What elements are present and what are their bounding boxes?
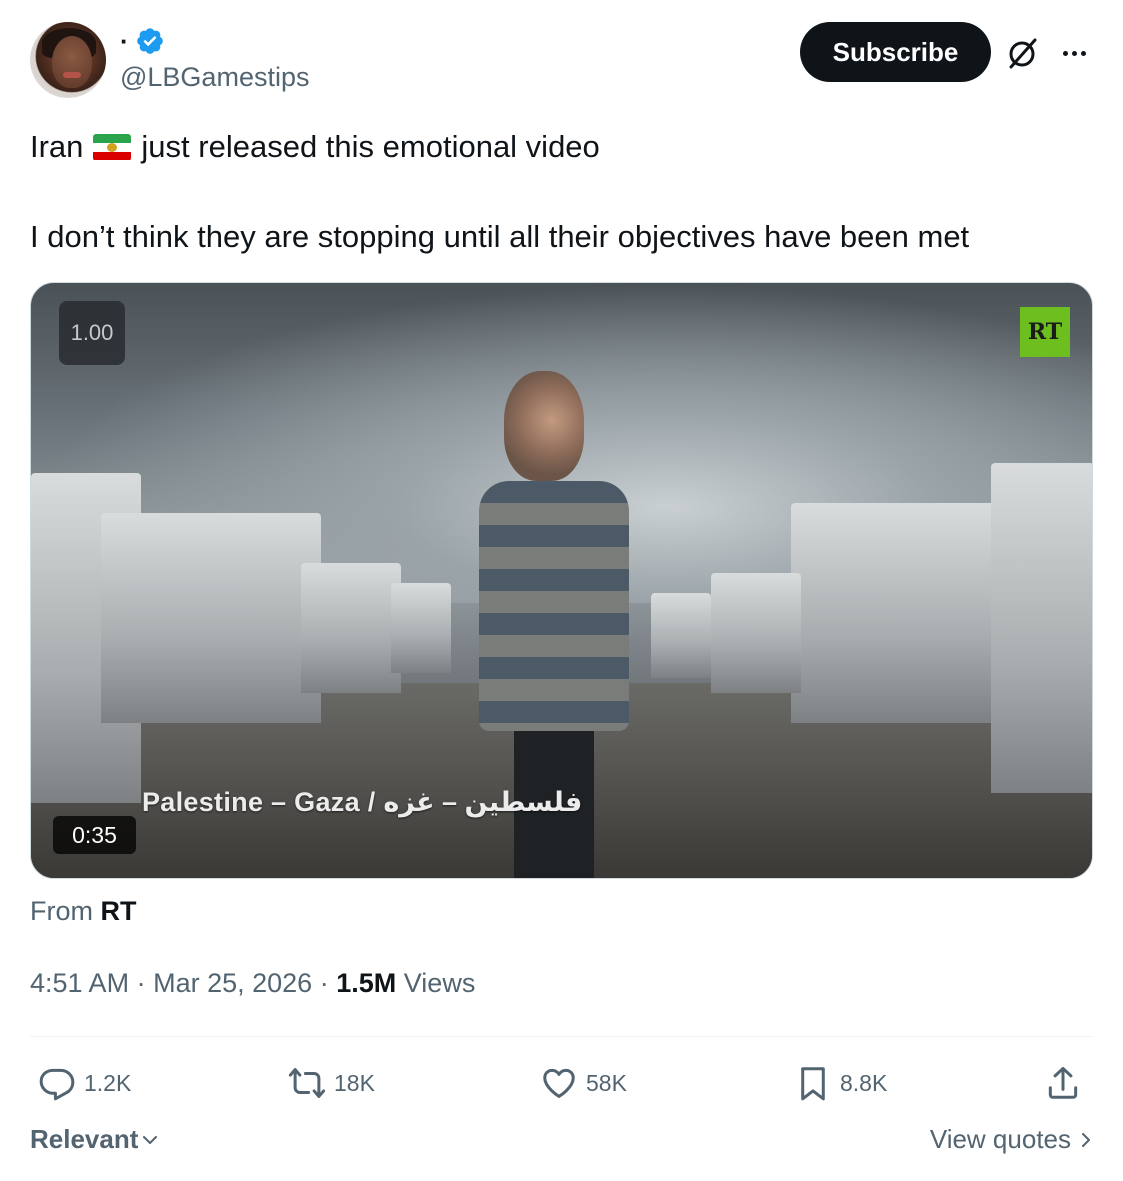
view-quotes-link[interactable]: View quotes (930, 1124, 1093, 1155)
bookmark-icon (801, 1067, 825, 1101)
playback-speed-button[interactable]: 1.00 (59, 301, 125, 365)
views-label: Views (403, 968, 476, 998)
like-button[interactable]: 58K (540, 1062, 627, 1104)
tent-right-2 (711, 573, 801, 693)
video-caption: Palestine – Gaza / فلسطين – غزه (142, 787, 583, 817)
reply-icon (39, 1068, 75, 1101)
chevron-right-icon (1082, 1132, 1090, 1147)
meta-separator-2: · (319, 968, 329, 998)
grok-icon[interactable] (1006, 36, 1040, 70)
tweet-header: · @LBGamestips Subscribe (30, 22, 1093, 102)
tweet-text-line1-rest: just released this emotional video (141, 129, 600, 164)
tent-right-front (991, 463, 1092, 793)
heart-icon (543, 1068, 575, 1098)
reply-count: 1.2K (84, 1069, 132, 1096)
display-name[interactable]: · (120, 28, 129, 54)
reply-button[interactable]: 1.2K (38, 1062, 131, 1104)
avatar[interactable] (30, 22, 106, 98)
meta-separator: · (136, 968, 146, 998)
tweet-date[interactable]: Mar 25, 2026 (153, 968, 312, 998)
view-quotes-label: View quotes (929, 1124, 1071, 1154)
action-bar: 1.2K 18K 58K 8.8K (30, 1062, 1093, 1104)
iran-flag-icon (93, 133, 132, 161)
share-icon (1048, 1066, 1078, 1099)
like-count: 58K (586, 1069, 627, 1096)
repost-button[interactable]: 18K (288, 1062, 375, 1104)
tent-right-3 (651, 593, 711, 678)
tweet-text: Iran just released this emotional video … (30, 127, 1093, 257)
more-dots-icon[interactable] (1057, 38, 1091, 68)
author-handle[interactable]: @LBGamestips (120, 62, 309, 93)
author-name-row[interactable]: · (120, 26, 165, 56)
from-source-link[interactable]: RT (101, 896, 137, 926)
sort-label: Relevant (30, 1124, 139, 1154)
avatar-lips (63, 72, 81, 78)
tent-left-2 (301, 563, 401, 693)
repost-icon (288, 1068, 326, 1098)
share-button[interactable] (1044, 1062, 1082, 1104)
tweet-time[interactable]: 4:51 AM (30, 968, 129, 998)
replies-footer: Relevant View quotes (30, 1124, 1093, 1164)
video-player[interactable]: 1.00 RT Palestine – Gaza / فلسطين – غزه … (30, 282, 1093, 879)
chevron-down-icon (143, 1135, 158, 1144)
tweet-text-iran: Iran (30, 129, 84, 164)
from-label: From (30, 896, 93, 926)
divider (30, 1036, 1093, 1037)
tweet-line-1: Iran just released this emotional video (30, 127, 1093, 167)
tweet-line-2: I don’t think they are stopping until al… (30, 219, 970, 254)
avatar-face (52, 36, 92, 88)
repost-count: 18K (334, 1069, 375, 1096)
source-attribution: From RT (30, 896, 137, 927)
tent-left-1 (101, 513, 321, 723)
tweet-meta: 4:51 AM · Mar 25, 2026 · 1.5M Views (30, 968, 475, 999)
verified-badge-icon (136, 28, 163, 54)
bookmark-button[interactable]: 8.8K (794, 1062, 887, 1104)
rt-logo: RT (1020, 307, 1070, 357)
subscribe-button[interactable]: Subscribe (800, 22, 991, 82)
views-count: 1.5M (336, 968, 397, 998)
bookmark-count: 8.8K (840, 1069, 888, 1096)
sort-dropdown[interactable]: Relevant (30, 1124, 160, 1155)
tent-left-3 (391, 583, 451, 673)
video-duration: 0:35 (53, 816, 136, 854)
